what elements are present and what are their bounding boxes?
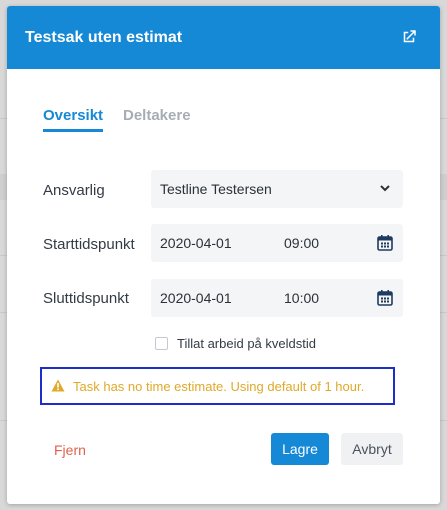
responsible-select[interactable]: Testline Testersen [151,170,403,208]
end-datetime-field[interactable]: 2020-04-01 10:00 [151,279,403,317]
cancel-button[interactable]: Avbryt [341,433,403,465]
dialog-header: Testsak uten estimat [7,6,440,69]
end-time-value[interactable]: 10:00 [284,290,319,306]
tab-participants[interactable]: Deltakere [123,107,191,124]
start-time-label: Starttidspunkt [43,236,135,253]
warning-icon [51,379,65,392]
dialog-title: Testsak uten estimat [25,29,183,46]
external-link-icon[interactable] [400,28,418,46]
tab-overview[interactable]: Oversikt [43,107,104,132]
end-time-label: Sluttidspunkt [43,290,129,307]
save-button[interactable]: Lagre [271,433,329,465]
start-time-value[interactable]: 09:00 [284,235,319,251]
start-datetime-field[interactable]: 2020-04-01 09:00 [151,224,403,262]
warning-message: Task has no time estimate. Using default… [40,367,395,405]
remove-button[interactable]: Fjern [54,442,86,458]
evening-work-checkbox[interactable] [155,337,168,350]
start-date-value[interactable]: 2020-04-01 [160,235,232,251]
chevron-down-icon [380,185,390,192]
calendar-icon[interactable] [376,289,394,307]
evening-work-label[interactable]: Tillat arbeid på kveldstid [177,336,316,351]
calendar-icon[interactable] [376,234,394,252]
responsible-label: Ansvarlig [43,182,105,199]
warning-text: Task has no time estimate. Using default… [73,379,365,394]
end-date-value[interactable]: 2020-04-01 [160,290,232,306]
responsible-value: Testline Testersen [160,181,272,197]
task-dialog: Testsak uten estimat Oversikt Deltakere … [7,6,440,504]
